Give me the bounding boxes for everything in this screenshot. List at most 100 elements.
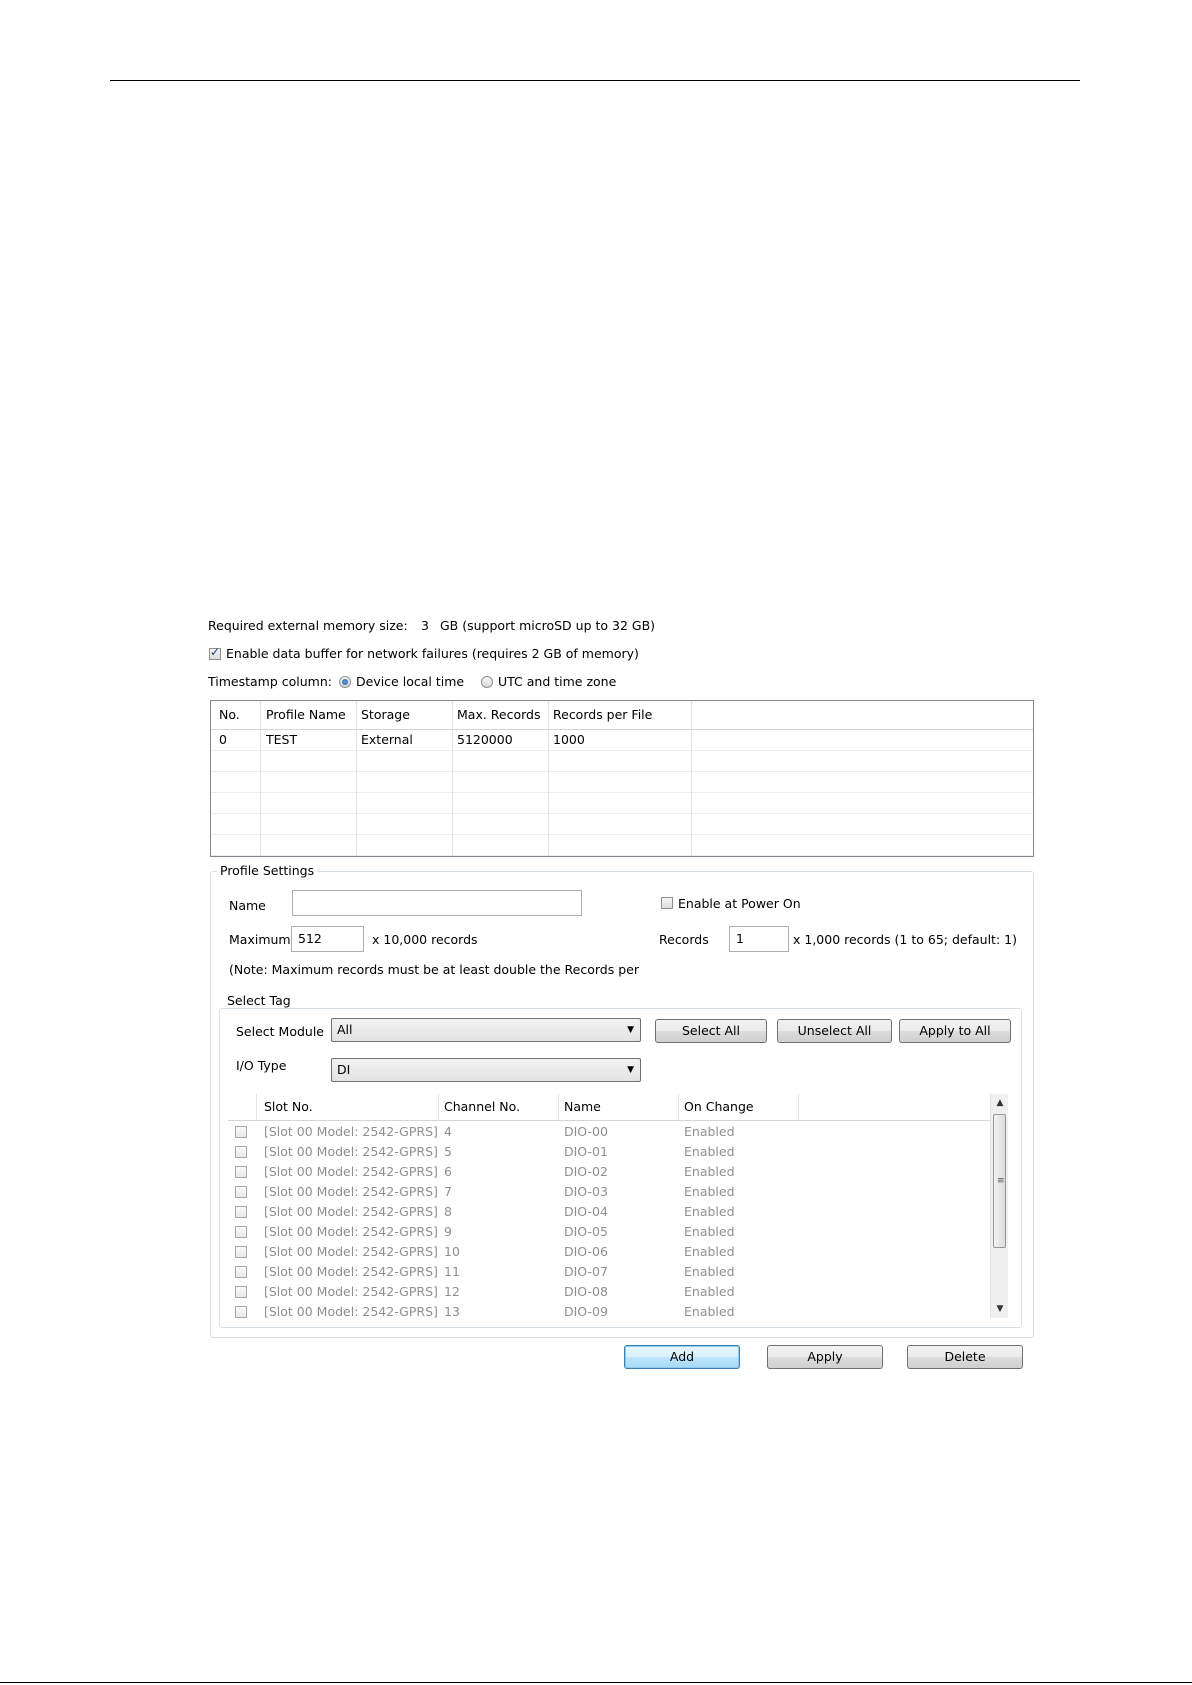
cell-channel-no: 6	[444, 1164, 452, 1179]
cell-on-change: Enabled	[684, 1224, 735, 1239]
cell-name: DIO-09	[564, 1304, 608, 1318]
row-checkbox[interactable]	[235, 1126, 247, 1138]
table-row-empty[interactable]	[211, 772, 1033, 793]
table-row-empty[interactable]	[211, 751, 1033, 772]
row-checkbox[interactable]	[235, 1206, 247, 1218]
row-checkbox[interactable]	[235, 1226, 247, 1238]
checkbox-unchecked-icon	[661, 897, 673, 909]
radio-device-local-time[interactable]	[339, 676, 351, 691]
column-header-records-per-file[interactable]: Records per File	[545, 701, 652, 729]
chevron-down-icon: ▼	[627, 1025, 634, 1035]
table-row[interactable]: [Slot 00 Model: 2542-GPRS] 12 DIO-08 Ena…	[228, 1282, 990, 1302]
delete-button[interactable]: Delete	[907, 1345, 1023, 1369]
column-header-channel-no[interactable]: Channel No.	[438, 1094, 520, 1120]
row-checkbox[interactable]	[235, 1286, 247, 1298]
table-row[interactable]: [Slot 00 Model: 2542-GPRS] 10 DIO-06 Ena…	[228, 1242, 990, 1262]
cell-name: DIO-00	[564, 1124, 608, 1139]
radio-unselected-icon	[481, 676, 493, 688]
cell-channel-no: 4	[444, 1124, 452, 1139]
table-row[interactable]: [Slot 00 Model: 2542-GPRS] 6 DIO-02 Enab…	[228, 1162, 990, 1182]
row-checkbox[interactable]	[235, 1186, 247, 1198]
enable-power-on-checkbox[interactable]	[661, 897, 673, 912]
io-type-dropdown[interactable]: DI ▼	[331, 1058, 641, 1082]
row-checkbox[interactable]	[235, 1246, 247, 1258]
column-divider	[558, 1094, 559, 1120]
column-divider	[548, 701, 549, 856]
cell-on-change: Enabled	[684, 1124, 735, 1139]
scrollbar-thumb[interactable]: ≡	[993, 1114, 1006, 1248]
memory-size-label: Required external memory size:	[208, 618, 408, 633]
name-label: Name	[229, 898, 266, 913]
maximum-field[interactable]: 512	[291, 926, 364, 952]
column-header-slot-no[interactable]: Slot No.	[258, 1094, 313, 1120]
column-divider	[691, 701, 692, 856]
table-row[interactable]: [Slot 00 Model: 2542-GPRS] 11 DIO-07 Ena…	[228, 1262, 990, 1282]
cell-on-change: Enabled	[684, 1204, 735, 1219]
select-all-button[interactable]: Select All	[655, 1019, 767, 1043]
chevron-down-icon: ▼	[627, 1065, 634, 1075]
table-row-empty[interactable]	[211, 814, 1033, 835]
row-checkbox[interactable]	[235, 1166, 247, 1178]
row-checkbox[interactable]	[235, 1306, 247, 1318]
apply-to-all-button[interactable]: Apply to All	[899, 1019, 1011, 1043]
column-divider	[678, 1094, 679, 1120]
column-divider	[356, 701, 357, 856]
maximum-label: Maximum	[229, 932, 291, 947]
table-row[interactable]: [Slot 00 Model: 2542-GPRS] 4 DIO-00 Enab…	[228, 1122, 990, 1142]
table-row[interactable]: [Slot 00 Model: 2542-GPRS] 13 DIO-09 Ena…	[228, 1302, 990, 1318]
page-top-rule	[110, 80, 1080, 81]
table-row[interactable]: 0 TEST External 5120000 1000	[211, 730, 1033, 751]
cell-slot-no: [Slot 00 Model: 2542-GPRS]	[264, 1184, 438, 1199]
unselect-all-button[interactable]: Unselect All	[777, 1019, 892, 1043]
buffer-checkbox[interactable]	[209, 645, 221, 663]
tag-grid-scrollbar[interactable]: ▲ ≡ ▼	[990, 1094, 1008, 1318]
table-row[interactable]: [Slot 00 Model: 2542-GPRS] 7 DIO-03 Enab…	[228, 1182, 990, 1202]
checkbox-checked-icon	[209, 645, 221, 660]
scroll-up-arrow-icon[interactable]: ▲	[991, 1094, 1009, 1112]
column-header-no[interactable]: No.	[211, 701, 240, 729]
tag-grid-header: Slot No. Channel No. Name On Change	[228, 1094, 990, 1121]
column-header-profile-name[interactable]: Profile Name	[258, 701, 346, 729]
column-header-on-change[interactable]: On Change	[678, 1094, 754, 1120]
radio-utc-time-zone-label: UTC and time zone	[498, 674, 617, 689]
radio-utc-time-zone[interactable]	[481, 676, 493, 691]
io-type-label: I/O Type	[236, 1058, 287, 1073]
page-bottom-rule	[0, 1682, 1192, 1683]
table-row[interactable]: [Slot 00 Model: 2542-GPRS] 5 DIO-01 Enab…	[228, 1142, 990, 1162]
memory-size-value: 3	[421, 618, 429, 633]
row-checkbox[interactable]	[235, 1266, 247, 1278]
cell-channel-no: 7	[444, 1184, 452, 1199]
maximum-unit: x 10,000 records	[372, 932, 478, 947]
column-header-name[interactable]: Name	[558, 1094, 601, 1120]
cell-on-change: Enabled	[684, 1184, 735, 1199]
table-row[interactable]: [Slot 00 Model: 2542-GPRS] 9 DIO-05 Enab…	[228, 1222, 990, 1242]
column-header-max-records[interactable]: Max. Records	[449, 701, 541, 729]
apply-button[interactable]: Apply	[767, 1345, 883, 1369]
table-row-empty[interactable]	[211, 793, 1033, 814]
row-checkbox[interactable]	[235, 1146, 247, 1158]
table-row-empty[interactable]	[211, 835, 1033, 856]
scroll-down-arrow-icon[interactable]: ▼	[991, 1300, 1009, 1318]
tag-grid[interactable]: Slot No. Channel No. Name On Change [Slo…	[228, 1094, 1010, 1318]
profile-settings-title: Profile Settings	[217, 863, 318, 878]
cell-name: DIO-05	[564, 1224, 608, 1239]
records-unit: x 1,000 records (1 to 65; default: 1)	[793, 932, 1017, 947]
profiles-table[interactable]: No. Profile Name Storage Max. Records Re…	[210, 700, 1034, 857]
radio-selected-icon	[339, 676, 351, 688]
records-field[interactable]: 1	[729, 926, 789, 952]
column-divider	[438, 1094, 439, 1120]
cell-name: DIO-03	[564, 1184, 608, 1199]
column-divider	[256, 1094, 257, 1120]
column-header-storage[interactable]: Storage	[353, 701, 410, 729]
select-tag-title: Select Tag	[224, 993, 294, 1008]
column-divider	[452, 701, 453, 856]
add-button[interactable]: Add	[624, 1345, 740, 1369]
cell-on-change: Enabled	[684, 1304, 735, 1318]
cell-on-change: Enabled	[684, 1264, 735, 1279]
select-module-dropdown[interactable]: All ▼	[331, 1018, 641, 1042]
cell-on-change: Enabled	[684, 1244, 735, 1259]
cell-channel-no: 5	[444, 1144, 452, 1159]
table-row[interactable]: [Slot 00 Model: 2542-GPRS] 8 DIO-04 Enab…	[228, 1202, 990, 1222]
cell-on-change: Enabled	[684, 1164, 735, 1179]
name-field[interactable]	[292, 890, 582, 916]
